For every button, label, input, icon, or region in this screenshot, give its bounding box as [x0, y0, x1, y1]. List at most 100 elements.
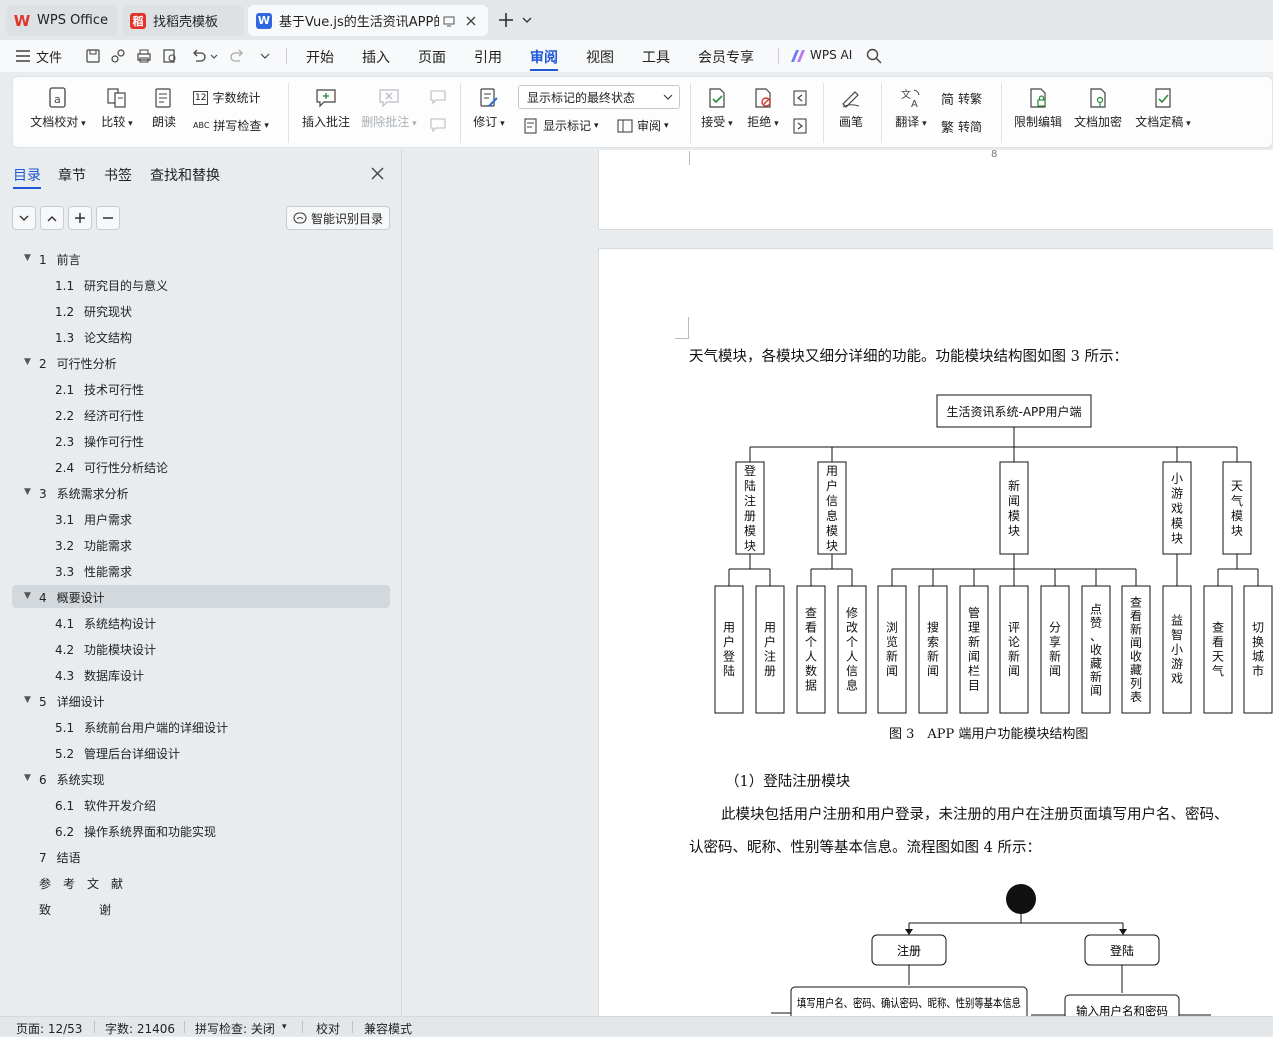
toc-item[interactable]: 5.1 系统前台用户端的详细设计: [55, 719, 228, 736]
compare-button[interactable]: 比较 ▾: [97, 87, 137, 130]
word-count-button[interactable]: 12 字数统计: [193, 89, 260, 106]
toc-item[interactable]: 2.1 技术可行性: [55, 381, 144, 398]
page-indicator[interactable]: 页面: 12/53: [16, 1020, 82, 1037]
spell-check-button[interactable]: ABC 拼写检查 ▾: [193, 117, 269, 134]
expand-up-button[interactable]: [40, 206, 64, 230]
remove-heading-button[interactable]: [96, 206, 120, 230]
undo-icon[interactable]: [190, 48, 206, 64]
pen-button[interactable]: 画笔: [833, 87, 869, 130]
save-icon[interactable]: [85, 48, 101, 64]
link-icon[interactable]: [110, 48, 126, 64]
toc-item[interactable]: 6.2 操作系统界面和功能实现: [55, 823, 216, 840]
redo-icon[interactable]: [230, 48, 246, 64]
menu-tools[interactable]: 工具: [642, 47, 670, 67]
toc-item[interactable]: 7 结语: [39, 849, 81, 866]
menu-review[interactable]: 审阅: [530, 47, 558, 67]
word-count-indicator[interactable]: 字数: 21406: [105, 1020, 175, 1037]
tab-current-document[interactable]: W 基于Vue.js的生活资讯APP的论: [248, 5, 488, 36]
spell-check-status[interactable]: 拼写检查: 关闭: [195, 1020, 275, 1037]
toc-item[interactable]: 4 概要设计: [39, 589, 105, 606]
translate-button[interactable]: 文A 翻译 ▾: [891, 87, 931, 130]
nav-tab-sections[interactable]: 章节: [58, 165, 86, 185]
toc-item[interactable]: 4.2 功能模块设计: [55, 641, 156, 658]
close-icon[interactable]: [465, 15, 477, 27]
track-changes-button[interactable]: 修订 ▾: [469, 87, 509, 130]
doc-finalize-button[interactable]: 文档定稿 ▾: [1131, 87, 1195, 130]
review-pane-button[interactable]: 审阅 ▾: [617, 117, 669, 134]
next-comment-icon[interactable]: [429, 117, 447, 133]
toc-item[interactable]: 5.2 管理后台详细设计: [55, 745, 180, 762]
nav-tab-bookmarks[interactable]: 书签: [104, 165, 132, 185]
toc-item[interactable]: 3.2 功能需求: [55, 537, 132, 554]
expand-caret-icon[interactable]: ▼: [24, 695, 31, 705]
expand-caret-icon[interactable]: ▼: [24, 357, 31, 367]
nav-tab-toc[interactable]: 目录: [13, 165, 41, 185]
expand-caret-icon[interactable]: ▼: [24, 487, 31, 497]
chevron-down-icon[interactable]: [260, 52, 270, 60]
menu-page[interactable]: 页面: [418, 47, 446, 67]
nav-tab-find-replace[interactable]: 查找和替换: [150, 165, 220, 185]
close-icon[interactable]: [371, 167, 384, 180]
menu-insert[interactable]: 插入: [362, 47, 390, 67]
expand-caret-icon[interactable]: ▼: [24, 773, 31, 783]
toc-item[interactable]: 1.3 论文结构: [55, 329, 132, 346]
prev-comment-icon[interactable]: [429, 89, 447, 105]
menu-file[interactable]: 文件: [36, 47, 62, 66]
doc-check-button[interactable]: a 文档校对 ▾: [29, 87, 87, 130]
smart-toc-button[interactable]: 智能识别目录: [286, 206, 390, 230]
print-preview-icon[interactable]: [162, 48, 178, 64]
prev-change-icon[interactable]: [792, 89, 810, 107]
toc-item[interactable]: 6 系统实现: [39, 771, 105, 788]
show-markup-button[interactable]: 显示标记 ▾: [523, 117, 599, 134]
expand-caret-icon[interactable]: ▼: [24, 253, 31, 263]
toc-item[interactable]: 2.2 经济可行性: [55, 407, 144, 424]
read-aloud-button[interactable]: 朗读: [147, 87, 181, 130]
collapse-button[interactable]: [12, 206, 36, 230]
menu-view[interactable]: 视图: [586, 47, 614, 67]
toc-item-title: 致 谢: [39, 903, 112, 917]
diagram-module-node: [1222, 461, 1252, 555]
restrict-edit-button[interactable]: 限制编辑: [1011, 87, 1065, 130]
menu-start[interactable]: 开始: [306, 47, 334, 67]
toc-item[interactable]: 4.1 系统结构设计: [55, 615, 156, 632]
new-tab-plus-icon[interactable]: [498, 12, 514, 28]
toc-item[interactable]: 1.2 研究现状: [55, 303, 132, 320]
toc-item[interactable]: 3 系统需求分析: [39, 485, 129, 502]
search-icon[interactable]: [866, 48, 882, 64]
toc-item[interactable]: 1.1 研究目的与意义: [55, 277, 168, 294]
markup-mode-select[interactable]: 显示标记的最终状态: [518, 85, 680, 109]
insert-comment-button[interactable]: 插入批注: [299, 87, 353, 130]
toc-item[interactable]: 3.1 用户需求: [55, 511, 132, 528]
chevron-down-icon[interactable]: [522, 16, 532, 24]
hamburger-icon[interactable]: [16, 50, 30, 62]
toc-item[interactable]: 致 谢: [39, 901, 111, 918]
menu-reference[interactable]: 引用: [474, 47, 502, 67]
add-heading-button[interactable]: [68, 206, 92, 230]
toc-item[interactable]: 5 详细设计: [39, 693, 105, 710]
delete-comment-button[interactable]: 删除批注 ▾: [359, 87, 419, 130]
toc-item[interactable]: 2.4 可行性分析结论: [55, 459, 168, 476]
toc-item[interactable]: 2 可行性分析: [39, 355, 117, 372]
toc-item[interactable]: 参 考 文 献: [39, 875, 123, 892]
proofread-status[interactable]: 校对: [316, 1020, 340, 1037]
tab-wps-office[interactable]: W WPS Office: [6, 5, 118, 36]
menu-wps-ai[interactable]: WPS AI: [810, 48, 852, 62]
tab-docer-templates[interactable]: 稻 找稻壳模板: [122, 5, 244, 36]
toc-item[interactable]: 1 前言: [39, 251, 81, 268]
toc-item[interactable]: 2.3 操作可行性: [55, 433, 144, 450]
toc-item[interactable]: 3.3 性能需求: [55, 563, 132, 580]
print-icon[interactable]: [136, 48, 152, 64]
to-simplified-button[interactable]: 繁 转简: [941, 117, 982, 136]
chevron-down-icon[interactable]: [210, 54, 218, 60]
expand-caret-icon[interactable]: ▼: [24, 591, 31, 601]
to-traditional-button[interactable]: 简 转繁: [941, 89, 982, 108]
chevron-down-icon[interactable]: ▾: [282, 1022, 287, 1032]
next-change-icon[interactable]: [792, 117, 810, 135]
doc-encrypt-button[interactable]: 文档加密: [1071, 87, 1125, 130]
accept-button[interactable]: 接受 ▾: [697, 87, 737, 130]
doc-check-label: 文档校对: [30, 115, 79, 129]
toc-item[interactable]: 4.3 数据库设计: [55, 667, 144, 684]
menu-member[interactable]: 会员专享: [698, 47, 754, 67]
toc-item[interactable]: 6.1 软件开发介绍: [55, 797, 156, 814]
reject-button[interactable]: 拒绝 ▾: [743, 87, 783, 130]
